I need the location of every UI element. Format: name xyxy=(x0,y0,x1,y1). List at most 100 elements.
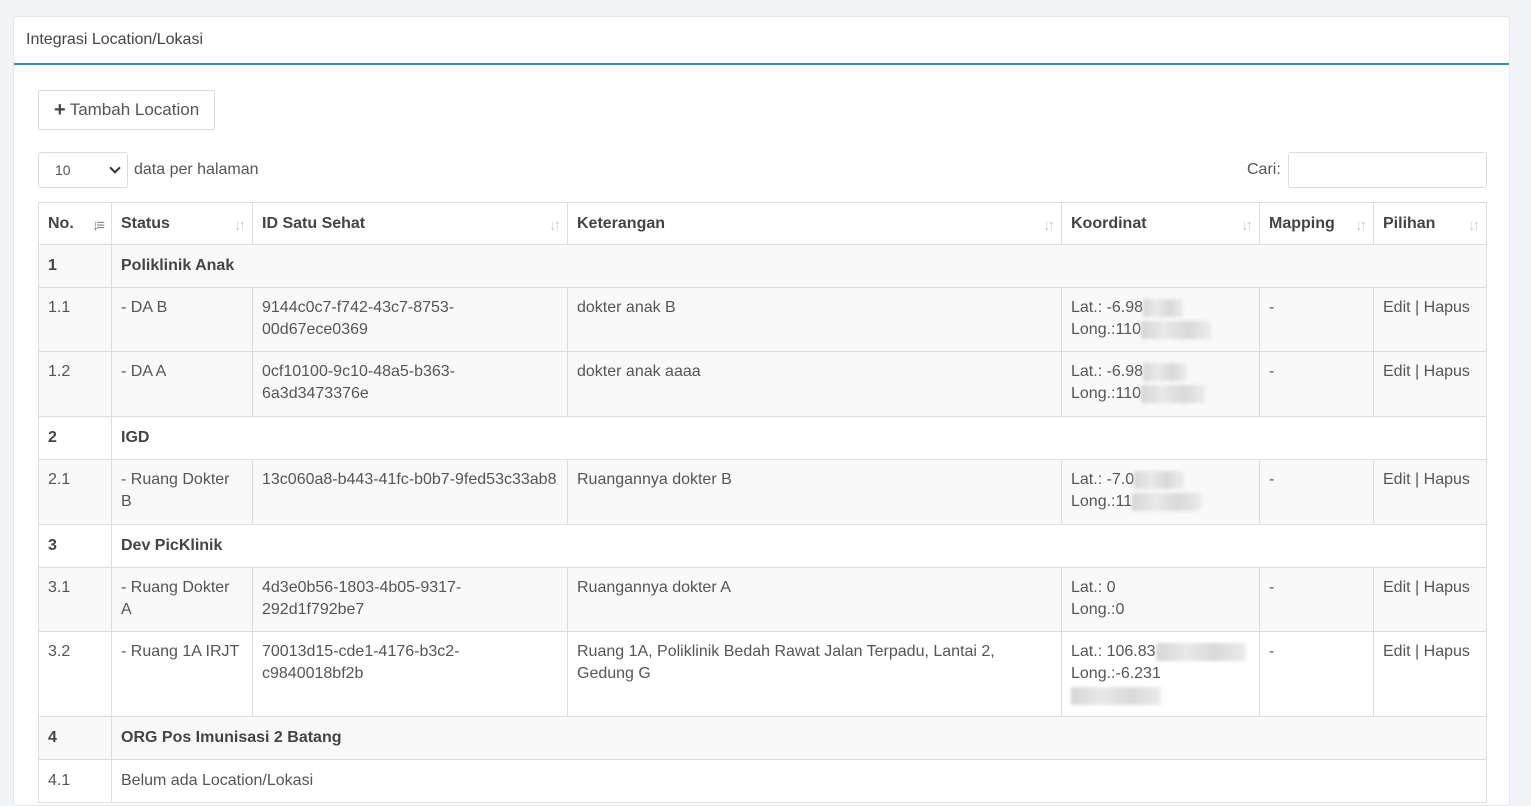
column-header-mapping[interactable]: Mapping ↓↑ xyxy=(1259,202,1374,245)
row-no: 1.1 xyxy=(38,287,112,352)
page-length-value: 10 xyxy=(55,162,71,178)
latitude: Lat.: -6.98 xyxy=(1071,299,1144,316)
edit-link[interactable]: Edit xyxy=(1383,363,1411,380)
page-length-select[interactable]: 10 xyxy=(38,152,128,188)
latitude: Lat.: 106.83 xyxy=(1071,643,1156,660)
column-header-pilihan[interactable]: Pilihan ↓↑ xyxy=(1373,202,1487,245)
longitude: Long.:110 xyxy=(1071,385,1141,402)
row-id: 13c060a8-b443-41fc-b0b7-9fed53c33ab8 xyxy=(252,459,568,525)
sort-icon: ↓↑ xyxy=(549,217,561,234)
column-header-keterangan[interactable]: Keterangan ↓↑ xyxy=(567,202,1062,245)
card-header: Integrasi Location/Lokasi xyxy=(14,17,1509,65)
edit-link[interactable]: Edit xyxy=(1383,471,1411,488)
group-no: 3 xyxy=(38,524,112,568)
edit-link[interactable]: Edit xyxy=(1383,299,1411,316)
row-no: 3.2 xyxy=(38,631,112,717)
column-header-status[interactable]: Status ↓↑ xyxy=(111,202,253,245)
search-control: Cari: xyxy=(1247,152,1487,188)
row-no: 2.1 xyxy=(38,459,112,525)
column-header-no[interactable]: No. ↓≡ xyxy=(38,202,112,245)
table-row: 1.1 - DA B 9144c0c7-f742-43c7-8753-00d67… xyxy=(38,287,1487,352)
page-length-control: 10 data per halaman xyxy=(38,152,259,188)
page-length-label: data per halaman xyxy=(134,161,259,178)
group-name: ORG Pos Imunisasi 2 Batang xyxy=(111,716,1487,760)
table-header-row: No. ↓≡ Status ↓↑ ID Satu Sehat ↓↑ Keteranga… xyxy=(38,202,1487,245)
chevron-down-icon xyxy=(109,162,121,174)
plus-icon: + xyxy=(54,99,66,121)
group-row: 1 Poliklinik Anak xyxy=(38,244,1487,288)
delete-link[interactable]: Hapus xyxy=(1424,471,1470,488)
row-status: - Ruang Dokter A xyxy=(111,567,253,632)
edit-link[interactable]: Edit xyxy=(1383,643,1411,660)
sort-icon: ↓↑ xyxy=(234,217,246,234)
add-location-label: Tambah Location xyxy=(69,100,200,119)
table-row: 2.1 - Ruang Dokter B 13c060a8-b443-41fc-… xyxy=(38,459,1487,525)
redacted-block xyxy=(1141,320,1211,339)
sort-icon: ↓↑ xyxy=(1468,217,1480,234)
separator: | xyxy=(1415,299,1420,316)
row-id: 4d3e0b56-1803-4b05-9317-292d1f792be7 xyxy=(252,567,568,632)
column-header-id[interactable]: ID Satu Sehat ↓↑ xyxy=(252,202,568,245)
redacted-block xyxy=(1141,384,1205,403)
group-no: 4 xyxy=(38,716,112,760)
redacted-block xyxy=(1155,642,1246,661)
row-no: 1.2 xyxy=(38,351,112,417)
sort-icon: ↓↑ xyxy=(1241,217,1253,234)
row-id: 9144c0c7-f742-43c7-8753-00d67ece0369 xyxy=(252,287,568,352)
location-table: No. ↓≡ Status ↓↑ ID Satu Sehat ↓↑ Keteranga… xyxy=(38,202,1487,803)
row-koordinat: Lat.: -6.98 Long.:110 xyxy=(1061,351,1260,417)
row-mapping: - xyxy=(1259,631,1374,717)
row-status: - DA A xyxy=(111,351,253,417)
sort-icon: ↓↑ xyxy=(1043,217,1055,234)
search-input[interactable] xyxy=(1287,152,1487,188)
row-actions: Edit | Hapus xyxy=(1373,287,1487,352)
row-actions: Edit | Hapus xyxy=(1373,567,1487,632)
longitude: Long.:110 xyxy=(1071,321,1141,338)
row-id: 70013d15-cde1-4176-b3c2-c9840018bf2b xyxy=(252,631,568,717)
row-status: - DA B xyxy=(111,287,253,352)
redacted-block xyxy=(1071,686,1161,705)
location-card: Integrasi Location/Lokasi + Tambah Locat… xyxy=(13,16,1510,806)
row-koordinat: Lat.: -6.98 Long.:110 xyxy=(1061,287,1260,352)
add-location-button[interactable]: + Tambah Location xyxy=(38,90,216,130)
delete-link[interactable]: Hapus xyxy=(1424,299,1470,316)
separator: | xyxy=(1415,471,1420,488)
row-keterangan: Ruangannya dokter A xyxy=(567,567,1062,632)
separator: | xyxy=(1415,643,1420,660)
delete-link[interactable]: Hapus xyxy=(1424,363,1470,380)
table-row: 3.2 - Ruang 1A IRJT 70013d15-cde1-4176-b… xyxy=(38,631,1487,717)
row-no: 3.1 xyxy=(38,567,112,632)
delete-link[interactable]: Hapus xyxy=(1424,579,1470,596)
row-koordinat: Lat.: 0 Long.:0 xyxy=(1061,567,1260,632)
page-title: Integrasi Location/Lokasi xyxy=(26,31,203,48)
row-koordinat: Lat.: 106.83 Long.:-6.231 xyxy=(1061,631,1260,717)
row-actions: Edit | Hapus xyxy=(1373,631,1487,717)
column-header-koordinat[interactable]: Koordinat ↓↑ xyxy=(1061,202,1260,245)
redacted-block xyxy=(1134,470,1185,489)
row-keterangan: Ruang 1A, Poliklinik Bedah Rawat Jalan T… xyxy=(567,631,1062,717)
longitude: Long.:11 xyxy=(1071,493,1133,510)
table-row: 3.1 - Ruang Dokter A 4d3e0b56-1803-4b05-… xyxy=(38,567,1487,632)
redacted-block xyxy=(1143,362,1188,381)
sort-desc-icon: ↓≡ xyxy=(91,217,105,234)
row-keterangan: Ruangannya dokter B xyxy=(567,459,1062,525)
row-mapping: - xyxy=(1259,459,1374,525)
group-row: 2 IGD xyxy=(38,416,1487,460)
row-mapping: - xyxy=(1259,287,1374,352)
edit-link[interactable]: Edit xyxy=(1383,579,1411,596)
latitude: Lat.: 0 xyxy=(1071,579,1116,596)
delete-link[interactable]: Hapus xyxy=(1424,643,1470,660)
row-keterangan: dokter anak aaaa xyxy=(567,351,1062,417)
search-label: Cari: xyxy=(1247,161,1281,178)
group-row: 3 Dev PicKlinik xyxy=(38,524,1487,568)
group-name: IGD xyxy=(111,416,1487,460)
row-mapping: - xyxy=(1259,351,1374,417)
latitude: Lat.: -6.98 xyxy=(1071,363,1144,380)
row-id: 0cf10100-9c10-48a5-b363-6a3d3473376e xyxy=(252,351,568,417)
empty-message: Belum ada Location/Lokasi xyxy=(111,759,1487,803)
empty-row: 4.1 Belum ada Location/Lokasi xyxy=(38,759,1487,803)
separator: | xyxy=(1415,363,1420,380)
separator: | xyxy=(1415,579,1420,596)
row-status: - Ruang Dokter B xyxy=(111,459,253,525)
row-koordinat: Lat.: -7.0 Long.:11 xyxy=(1061,459,1260,525)
